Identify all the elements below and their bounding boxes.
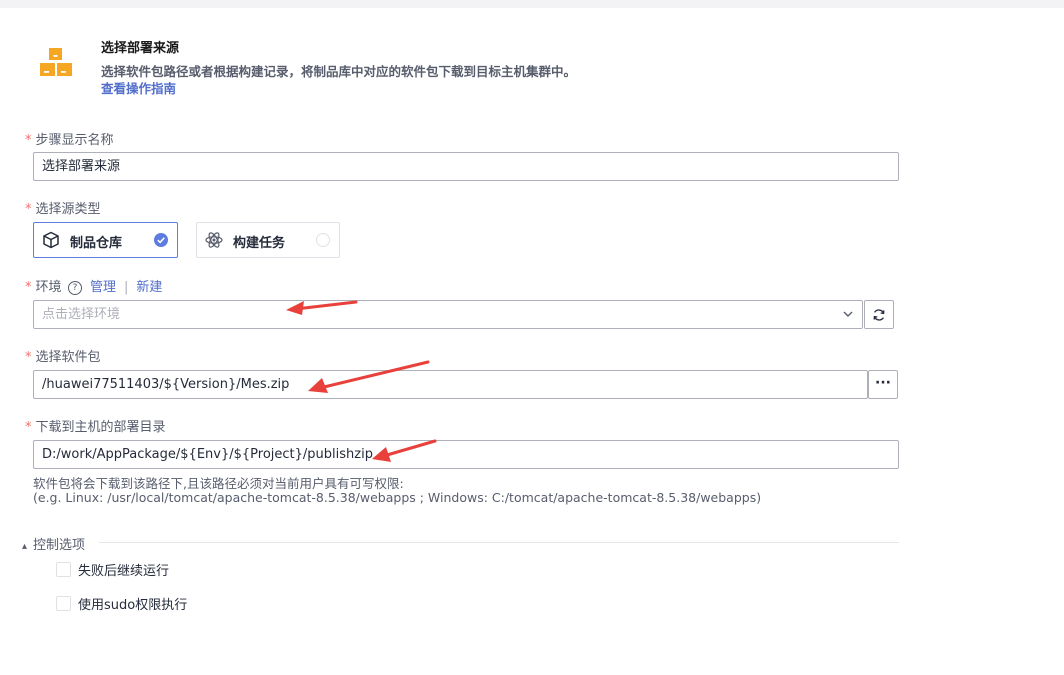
required-mark: * <box>25 350 32 365</box>
help-icon[interactable]: ? <box>68 280 82 295</box>
continue-on-failure-label: 失败后继续运行 <box>78 564 170 579</box>
cube-icon <box>43 231 59 249</box>
divider <box>99 542 899 543</box>
environment-select[interactable]: 点击选择环境 <box>33 300 863 329</box>
required-mark: * <box>25 420 32 435</box>
required-mark: * <box>25 133 32 148</box>
guide-link[interactable]: 查看操作指南 <box>101 78 176 97</box>
step-name-label: * 步骤显示名称 <box>25 129 114 148</box>
continue-on-failure-checkbox[interactable] <box>56 562 71 577</box>
deploy-dir-label: * 下载到主机的部署目录 <box>25 416 166 435</box>
radio-circle-icon <box>316 233 330 247</box>
environment-placeholder: 点击选择环境 <box>42 307 121 322</box>
top-bar <box>0 0 1064 8</box>
boxes-icon <box>40 48 72 76</box>
environment-links: ? 管理 | 新建 <box>68 276 162 295</box>
deploy-dir-label-text: 下载到主机的部署目录 <box>35 420 166 435</box>
page-title: 选择部署来源 <box>101 41 180 56</box>
source-option-label: 构建任务 <box>233 236 286 251</box>
source-type-label: * 选择源类型 <box>25 198 101 217</box>
control-options-toggle[interactable]: ▴ 控制选项 <box>22 534 85 553</box>
atom-icon <box>205 232 223 248</box>
manage-link[interactable]: 管理 <box>90 280 116 295</box>
step-name-input[interactable]: 选择部署来源 <box>33 152 899 181</box>
link-separator: | <box>124 280 129 295</box>
source-option-label: 制品仓库 <box>70 236 123 251</box>
package-path-input[interactable]: /huawei77511403/${Version}/Mes.zip <box>33 370 868 399</box>
sudo-execute-label: 使用sudo权限执行 <box>78 598 188 613</box>
package-label-text: 选择软件包 <box>35 350 101 365</box>
new-environment-link[interactable]: 新建 <box>136 280 162 295</box>
refresh-icon <box>873 309 885 321</box>
browse-package-button[interactable]: ··· <box>868 370 898 399</box>
refresh-button[interactable] <box>864 300 894 329</box>
required-mark: * <box>25 202 32 217</box>
control-options-title: 控制选项 <box>33 538 86 553</box>
step-name-label-text: 步骤显示名称 <box>35 133 114 148</box>
source-option-artifact-repo[interactable]: 制品仓库 <box>33 222 178 258</box>
caret-up-icon: ▴ <box>22 541 28 552</box>
deploy-dir-input[interactable]: D:/work/AppPackage/${Env}/${Project}/pub… <box>33 440 899 469</box>
sudo-execute-checkbox[interactable] <box>56 596 71 611</box>
package-label: * 选择软件包 <box>25 346 101 365</box>
check-circle-icon <box>154 233 168 247</box>
environment-label: * 环境 <box>25 276 62 295</box>
chevron-down-icon <box>843 311 853 317</box>
source-option-build-task[interactable]: 构建任务 <box>196 222 340 258</box>
source-type-label-text: 选择源类型 <box>35 202 101 217</box>
required-mark: * <box>25 280 32 295</box>
environment-label-text: 环境 <box>35 280 62 295</box>
deploy-dir-hint-2: (e.g. Linux: /usr/local/tomcat/apache-to… <box>33 490 762 505</box>
